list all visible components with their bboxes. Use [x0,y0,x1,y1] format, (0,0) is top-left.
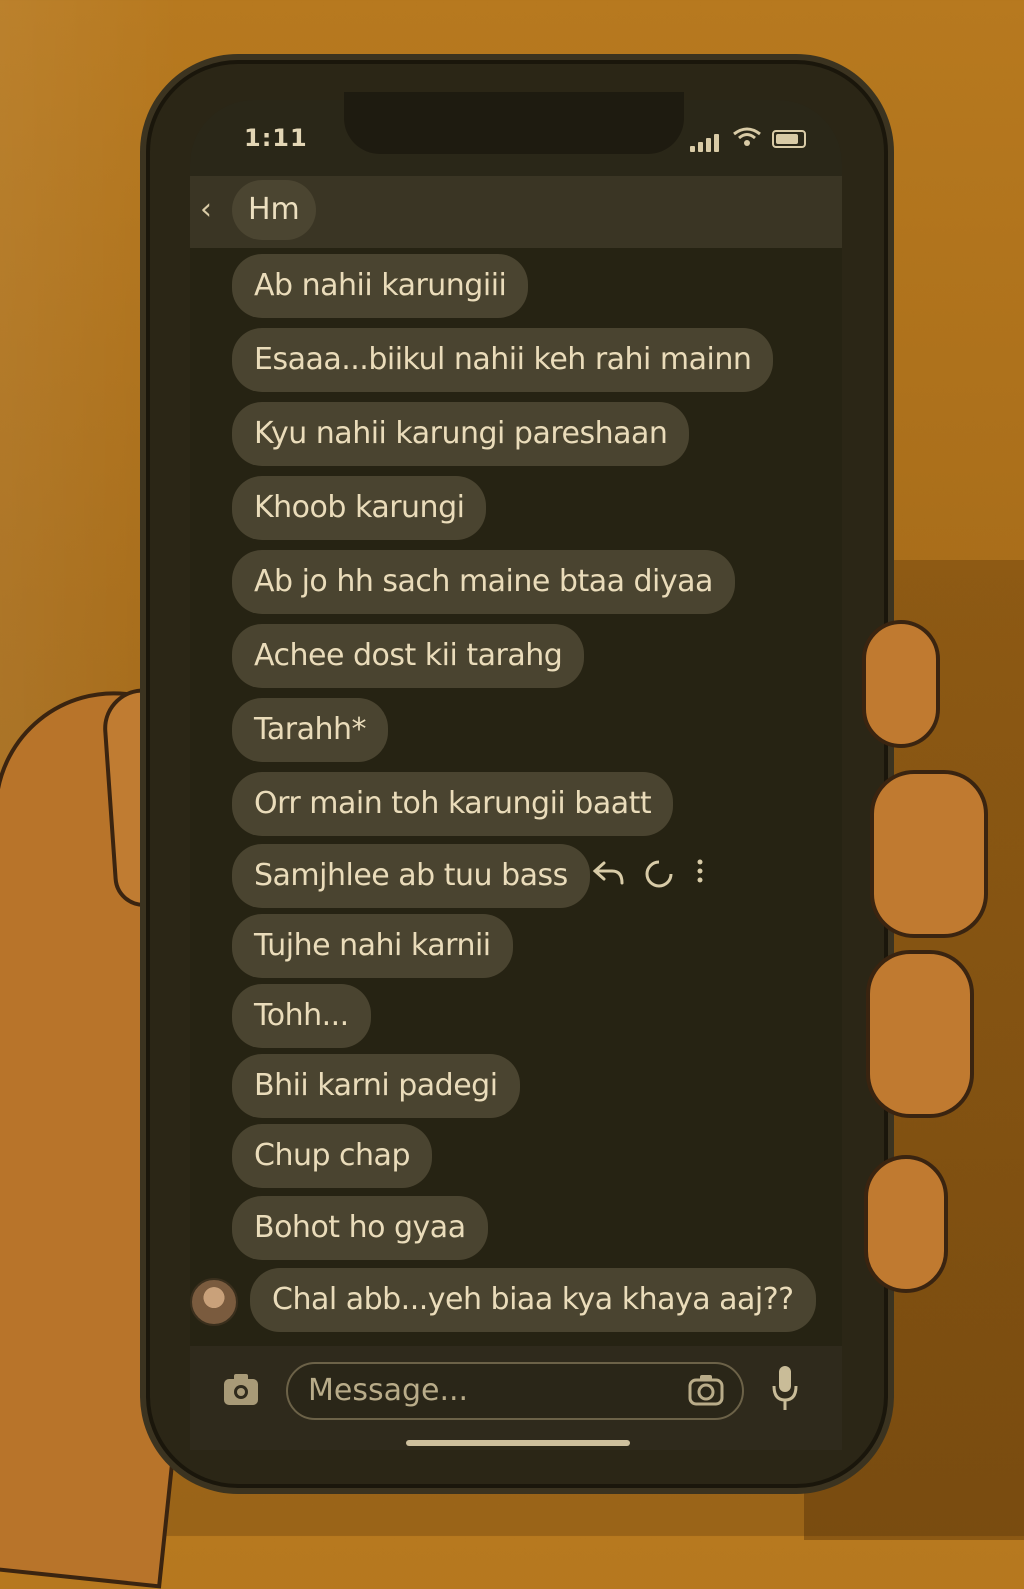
message-bubble[interactable]: Chal abb...yeh biaa kya khaya aaj?? [250,1268,816,1332]
finger [862,620,940,748]
message-bubble[interactable]: Khoob karungi [232,476,487,540]
signal-icon [690,146,695,152]
message-bubble[interactable]: Tarahh* [232,698,388,762]
message-bubble[interactable]: Samjhlee ab tuu bass [232,844,590,908]
contact-avatar[interactable] [190,1278,238,1326]
mic-icon[interactable] [770,1364,800,1414]
signal-icon [698,142,703,152]
reply-icon[interactable] [592,859,626,887]
message-bubble[interactable]: Chup chap [232,1124,432,1188]
home-indicator [406,1440,630,1446]
message-bubble[interactable]: Tujhe nahi karnii [232,914,513,978]
message-bubble[interactable]: Orr main toh karungii baatt [232,772,674,836]
message-bubble[interactable]: Bhii karni padegi [232,1054,520,1118]
message-bubble[interactable]: Achee dost kii tarahg [232,624,585,688]
signal-icon [706,138,711,152]
phone-notch [344,92,684,154]
message-bubble[interactable]: Tohh... [232,984,371,1048]
finger [864,1155,948,1293]
message-bubble[interactable]: Bohot ho gyaa [232,1196,488,1260]
status-icons [690,126,810,152]
message-actions [592,855,712,895]
more-icon[interactable] [696,859,704,883]
chat-title[interactable]: Hm [232,180,316,240]
message-bubble[interactable]: Ab nahii karungiii [232,254,529,318]
emoji-icon[interactable] [644,859,674,889]
message-input[interactable] [286,1362,744,1420]
finger [870,770,988,938]
chevron-left-icon[interactable]: ‹ [200,192,212,227]
camera-icon[interactable] [222,1370,260,1408]
signal-icon [714,134,719,152]
camera-icon[interactable] [688,1373,724,1407]
message-bubble[interactable]: Kyu nahii karungi pareshaan [232,402,690,466]
message-bubble[interactable]: Esaaa...biikul nahii keh rahi mainn [232,328,774,392]
status-time: 1:11 [244,124,308,152]
message-bubble[interactable]: Ab jo hh sach maine btaa diyaa [232,550,735,614]
wifi-icon [733,127,761,146]
finger [866,950,974,1118]
battery-icon [772,130,806,148]
